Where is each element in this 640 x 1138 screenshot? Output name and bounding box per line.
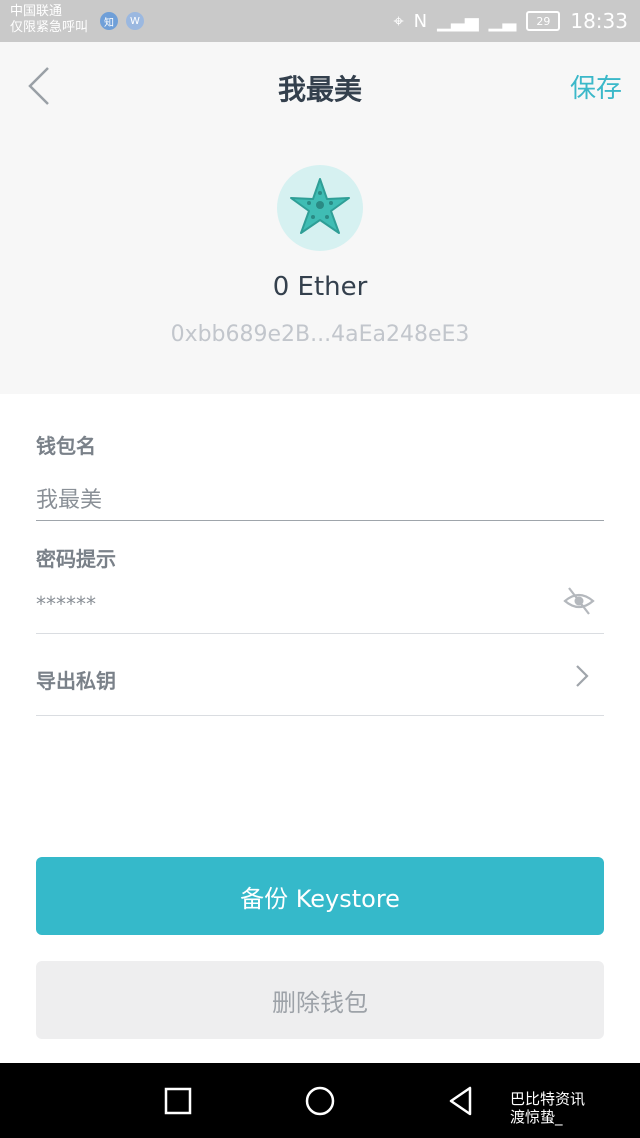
wallet-balance: 0 Ether [272, 272, 368, 302]
battery-icon: 29 [526, 11, 561, 31]
wallet-header: 我最美 保存 0 Ether 0xbb689e2B...4aEa248eE3 [0, 42, 640, 394]
password-hint-underline [36, 633, 604, 634]
signal-icon: ▁▃▅ [437, 10, 479, 32]
carrier-info: 中国联通 仅限紧急呼叫 [10, 4, 88, 36]
export-row-divider [36, 715, 604, 716]
app-notification-icon: W [126, 12, 144, 30]
signal2-icon: ▁▃ [488, 10, 517, 32]
wallet-name-underline [36, 520, 604, 521]
status-bar: 中国联通 仅限紧急呼叫 知 W ⌖ N ▁▃▅ ▁▃ 29 18:33 [0, 0, 640, 42]
zhihu-notification-icon: 知 [100, 12, 118, 30]
wallet-name-label: 钱包名 [36, 434, 96, 458]
recent-apps-icon[interactable] [160, 1083, 196, 1119]
wallet-avatar [277, 165, 363, 251]
watermark-line1: 巴比特资讯 [510, 1090, 586, 1108]
password-hint-input[interactable]: ****** [36, 592, 96, 616]
carrier-status: 仅限紧急呼叫 [10, 20, 89, 35]
toggle-visibility-icon[interactable] [562, 584, 596, 618]
wallet-name-input[interactable]: 我最美 [36, 482, 102, 514]
page-title: 我最美 [277, 73, 362, 106]
watermark: 巴比特资讯 渡惊蛰_ [510, 1090, 585, 1126]
password-hint-label: 密码提示 [36, 547, 116, 571]
backup-keystore-button[interactable]: 备份 Keystore [36, 857, 604, 935]
nav-back-icon[interactable] [444, 1083, 480, 1119]
home-icon[interactable] [302, 1083, 338, 1119]
starfish-icon [290, 178, 350, 234]
location-icon: ⌖ [393, 10, 404, 32]
export-private-key-label[interactable]: 导出私钥 [36, 665, 116, 694]
clock: 18:33 [570, 9, 628, 33]
save-button[interactable]: 保存 [570, 68, 622, 105]
wallet-address: 0xbb689e2B...4aEa248eE3 [170, 322, 470, 347]
chevron-right-icon[interactable] [572, 662, 592, 690]
delete-wallet-button[interactable]: 删除钱包 [36, 961, 604, 1039]
nfc-icon: N [413, 10, 428, 32]
status-icons: ⌖ N ▁▃▅ ▁▃ 29 18:33 [394, 8, 628, 34]
watermark-line2: 渡惊蛰_ [510, 1108, 563, 1126]
carrier-name: 中国联通 [10, 4, 63, 19]
